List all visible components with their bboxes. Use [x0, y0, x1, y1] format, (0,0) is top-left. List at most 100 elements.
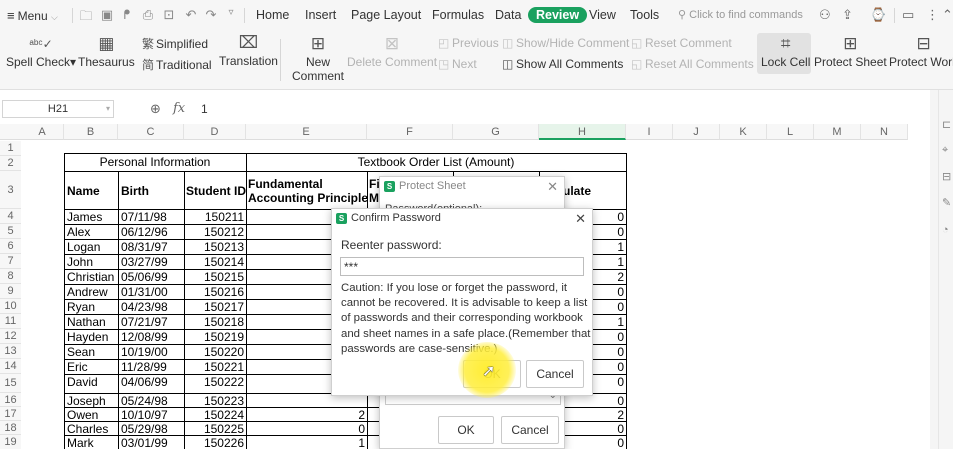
customize-dropdown-icon[interactable]: ▿ — [224, 7, 238, 18]
col-header-birth[interactable]: Birth — [121, 184, 181, 200]
cell-student-id[interactable]: 150218 — [184, 315, 244, 329]
cancel-button[interactable]: Cancel — [526, 360, 584, 388]
main-menu-button[interactable]: ≡ Menu ⌵ — [7, 8, 58, 23]
cell-birth[interactable]: 04/06/99 — [121, 375, 183, 389]
cell-name[interactable]: Charles — [67, 422, 117, 436]
column-header-n[interactable]: N — [861, 124, 908, 140]
save-icon[interactable]: ▣ — [100, 7, 114, 23]
clock-icon[interactable]: ◔ — [942, 224, 949, 236]
row-header-16[interactable]: 16 — [0, 393, 21, 407]
row-header-7[interactable]: 7 — [0, 254, 21, 269]
new-comment-button[interactable]: ⊞ New Comment — [292, 33, 344, 83]
close-icon[interactable]: ✕ — [575, 211, 586, 227]
cell-name[interactable]: Nathan — [67, 315, 117, 329]
column-header-k[interactable]: K — [720, 124, 767, 140]
row-header-15[interactable]: 15 — [0, 374, 21, 393]
tab-review[interactable]: Review — [528, 7, 588, 23]
column-header-f[interactable]: F — [367, 124, 453, 140]
close-icon[interactable]: ✕ — [547, 179, 558, 195]
next-comment-button[interactable]: ◳ Next — [438, 57, 477, 71]
select-all-corner[interactable] — [0, 124, 21, 140]
cell-birth[interactable]: 06/12/96 — [121, 225, 183, 239]
cell-birth[interactable]: 07/11/98 — [121, 210, 183, 224]
thesaurus-button[interactable]: ▦ Thesaurus — [78, 33, 135, 69]
cell-birth[interactable]: 05/24/98 — [121, 394, 183, 408]
cell-name[interactable]: Christian — [67, 270, 117, 284]
collapse-ribbon-icon[interactable]: ⌃ — [942, 7, 953, 23]
cell-student-id[interactable]: 150226 — [184, 436, 244, 449]
cell-birth[interactable]: 11/28/99 — [121, 360, 183, 374]
more-icon[interactable]: ⋮ — [926, 7, 939, 23]
cell-student-id[interactable]: 150221 — [184, 360, 244, 374]
print-preview-icon[interactable]: ⊡ — [162, 7, 176, 23]
tab-view[interactable]: View — [589, 8, 616, 22]
column-header-m[interactable]: M — [814, 124, 861, 140]
cell-fundamental[interactable]: 2 — [246, 408, 365, 422]
show-all-comments-button[interactable]: ◫ Show All Comments — [502, 57, 623, 71]
cell-student-id[interactable]: 150225 — [184, 422, 244, 436]
row-header-3[interactable]: 3 — [0, 171, 21, 209]
traditional-button[interactable]: 简 Traditional — [142, 56, 212, 73]
row-header-6[interactable]: 6 — [0, 239, 21, 254]
row-header-4[interactable]: 4 — [0, 209, 21, 224]
simplified-button[interactable]: 繁 Simplified — [142, 35, 208, 52]
cell-birth[interactable]: 08/31/97 — [121, 240, 183, 254]
row-header-17[interactable]: 17 — [0, 407, 21, 421]
tab-home[interactable]: Home — [256, 8, 289, 22]
previous-comment-button[interactable]: ◰ Previous — [438, 36, 499, 50]
column-header-j[interactable]: J — [673, 124, 720, 140]
tab-page-layout[interactable]: Page Layout — [351, 8, 421, 22]
zoom-icon[interactable]: ⊕ — [150, 101, 161, 117]
cell-student-id[interactable]: 150219 — [184, 330, 244, 344]
protect-workbook-button[interactable]: ⊟ Protect Work — [889, 33, 953, 69]
tab-formulas[interactable]: Formulas — [432, 8, 484, 22]
cell-student-id[interactable]: 150224 — [184, 408, 244, 422]
row-header-18[interactable]: 18 — [0, 421, 21, 435]
formula-input[interactable]: 1 — [201, 102, 208, 116]
cell-name[interactable]: Andrew — [67, 285, 117, 299]
history-icon[interactable]: ⌚ — [870, 7, 886, 23]
column-header-e[interactable]: E — [246, 124, 367, 140]
cell-student-id[interactable]: 150222 — [184, 375, 244, 389]
find-commands-search[interactable]: ⚲ Click to find commands — [678, 8, 803, 21]
cell-name[interactable]: Ryan — [67, 300, 117, 314]
cell-student-id[interactable]: 150223 — [184, 394, 244, 408]
cell-name[interactable]: Joseph — [67, 394, 117, 408]
cell-fundamental[interactable]: 0 — [246, 422, 365, 436]
row-header-8[interactable]: 8 — [0, 269, 21, 284]
user-icon[interactable]: ⚇ — [819, 7, 831, 23]
header-textbook-order[interactable]: Textbook Order List (Amount) — [246, 155, 626, 169]
cell-birth[interactable]: 03/01/99 — [121, 436, 183, 449]
cancel-button[interactable]: Cancel — [501, 416, 559, 444]
select-icon[interactable]: ⌖ — [942, 144, 948, 157]
col-header-fundamental[interactable]: Fundamental — [248, 177, 368, 191]
cell-birth[interactable]: 12/08/99 — [121, 330, 183, 344]
cell-student-id[interactable]: 150213 — [184, 240, 244, 254]
column-header-c[interactable]: C — [118, 124, 184, 140]
translation-button[interactable]: ⌧ Translation — [219, 32, 278, 68]
cell-birth[interactable]: 03/27/99 — [121, 255, 183, 269]
cell-name[interactable]: Logan — [67, 240, 117, 254]
cell-student-id[interactable]: 150215 — [184, 270, 244, 284]
col-header-h-partial[interactable]: ulate — [563, 184, 625, 200]
cell-name[interactable]: David — [67, 375, 117, 389]
redo-icon[interactable]: ↷ — [204, 7, 218, 23]
row-header-9[interactable]: 9 — [0, 284, 21, 299]
show-hide-comment-button[interactable]: ◫ Show/Hide Comment — [502, 36, 629, 50]
row-header-13[interactable]: 13 — [0, 344, 21, 359]
row-header-5[interactable]: 5 — [0, 224, 21, 239]
delete-comment-button[interactable]: ⊠ Delete Comment — [347, 33, 437, 69]
row-header-10[interactable]: 10 — [0, 299, 21, 314]
open-folder-icon[interactable]: 🗀 — [79, 7, 93, 29]
cell-name[interactable]: Alex — [67, 225, 117, 239]
tab-insert[interactable]: Insert — [305, 8, 336, 22]
row-header-12[interactable]: 12 — [0, 329, 21, 344]
vertical-scrollbar[interactable] — [930, 90, 938, 449]
ok-button[interactable]: OK — [438, 416, 494, 444]
cell-birth[interactable]: 07/21/97 — [121, 315, 183, 329]
cell-student-id[interactable]: 150214 — [184, 255, 244, 269]
row-header-11[interactable]: 11 — [0, 314, 21, 329]
column-header-l[interactable]: L — [767, 124, 814, 140]
tab-data[interactable]: Data — [495, 8, 521, 22]
column-header-g[interactable]: G — [453, 124, 539, 140]
